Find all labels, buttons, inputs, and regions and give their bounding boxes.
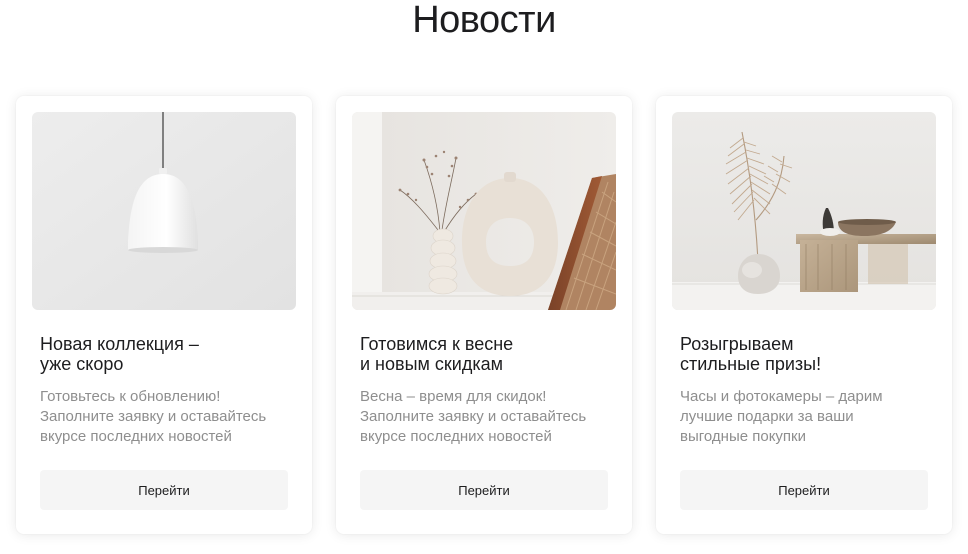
go-button[interactable]: Перейти xyxy=(360,470,608,510)
dried-palm-vase-image[interactable] xyxy=(672,112,936,310)
dried-palm-vase-icon xyxy=(672,112,936,310)
news-card-spring-sale: Готовимся к весне и новым скидкам Весна … xyxy=(336,96,632,534)
card-description: Часы и фотокамеры – дарим лучшие подарки… xyxy=(680,388,883,445)
go-button[interactable]: Перейти xyxy=(680,470,928,510)
ring-vase-icon xyxy=(352,112,616,310)
card-title: Розыгрываем стильные призы! xyxy=(680,334,822,374)
card-description: Весна – время для скидок! Заполните заяв… xyxy=(360,388,587,445)
card-description: Готовьтесь к обновлению! Заполните заявк… xyxy=(40,388,267,445)
go-button[interactable]: Перейти xyxy=(40,470,288,510)
section-heading: Новости xyxy=(412,0,556,41)
pendant-lamp-image[interactable] xyxy=(32,112,296,310)
news-section: Новости Новая коллекция – уже скоро Гото… xyxy=(0,0,968,554)
news-card-new-collection: Новая коллекция – уже скоро Готовьтесь к… xyxy=(16,96,312,534)
news-cards: Новая коллекция – уже скоро Готовьтесь к… xyxy=(16,96,952,534)
ring-vase-image[interactable] xyxy=(352,112,616,310)
pendant-lamp-icon xyxy=(32,112,296,310)
card-title: Новая коллекция – уже скоро xyxy=(40,334,199,374)
card-title: Готовимся к весне и новым скидкам xyxy=(360,334,514,374)
news-card-prizes: Розыгрываем стильные призы! Часы и фоток… xyxy=(656,96,952,534)
